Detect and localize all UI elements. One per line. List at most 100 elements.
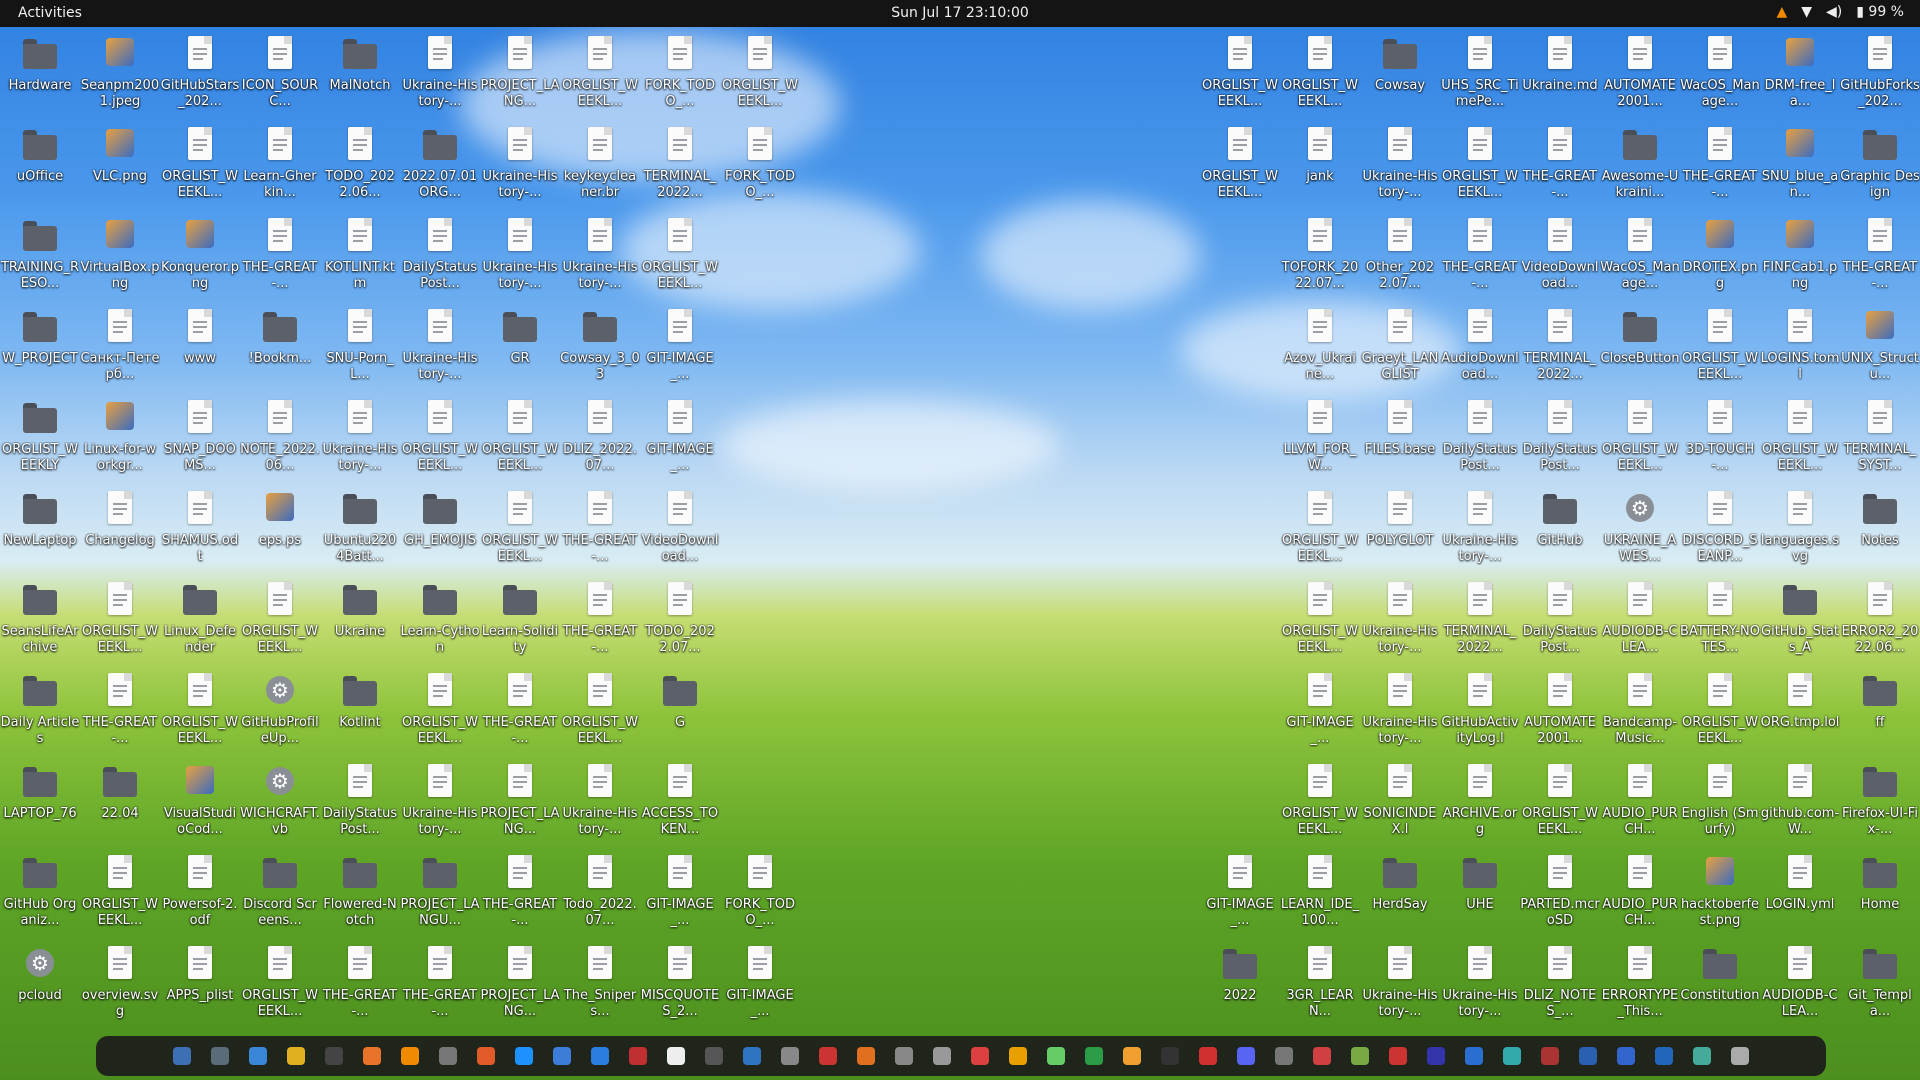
desktop-icon[interactable]: ORGLIST_WEEKL...	[240, 579, 320, 667]
desktop-icon[interactable]: Ukraine-History-...	[480, 215, 560, 303]
clock[interactable]: Sun Jul 17 23:10:00	[891, 5, 1029, 21]
desktop-icon[interactable]: Graphic Design	[1840, 124, 1920, 212]
dock-app-icon[interactable]	[1495, 1042, 1529, 1070]
desktop-icon[interactable]: Санкт-Петерб...	[80, 306, 160, 394]
dock-app-icon[interactable]	[849, 1042, 883, 1070]
desktop-icon[interactable]: APPS_plist	[160, 943, 240, 1031]
desktop-icon[interactable]: SNU-Porn_L...	[320, 306, 400, 394]
desktop-icon[interactable]: ORGLIST_WEEKL...	[1600, 397, 1680, 485]
desktop-icon[interactable]: DailyStatusPost...	[1520, 397, 1600, 485]
desktop-icon[interactable]: ERROR2_2022.06...	[1840, 579, 1920, 667]
desktop-icon[interactable]: DailyStatusPost...	[400, 215, 480, 303]
wifi-icon[interactable]: ▼	[1801, 4, 1812, 20]
desktop-icon[interactable]: ⚙ GitHubProfileUp...	[240, 670, 320, 758]
dock-app-icon[interactable]	[773, 1042, 807, 1070]
desktop-icon[interactable]: GitHubStars_202...	[160, 33, 240, 121]
desktop-icon[interactable]: 22.04	[80, 761, 160, 849]
desktop-icon[interactable]: ⚙ UKRAINE_AWES...	[1600, 488, 1680, 576]
desktop-icon[interactable]: Kotlint	[320, 670, 400, 758]
desktop-icon[interactable]: Powersof-2.odf	[160, 852, 240, 940]
desktop-icon[interactable]: Cowsay	[1360, 33, 1440, 121]
desktop-icon[interactable]: hacktoberfest.png	[1680, 852, 1760, 940]
desktop-icon[interactable]: MalNotch	[320, 33, 400, 121]
desktop-icon[interactable]: ORGLIST_WEEKL...	[1680, 306, 1760, 394]
dock-app-icon[interactable]	[697, 1042, 731, 1070]
desktop-icon[interactable]: FORK_TODO_...	[720, 852, 800, 940]
desktop-icon[interactable]: Linux-for-workgr...	[80, 397, 160, 485]
desktop-icon[interactable]: Azov_Ukraine...	[1280, 306, 1360, 394]
desktop-icon[interactable]: Linux_Defender	[160, 579, 240, 667]
desktop-icon[interactable]: UNIX_Structu...	[1840, 306, 1920, 394]
desktop-icon[interactable]: ICON_SOURC...	[240, 33, 320, 121]
dock-app-icon[interactable]	[1115, 1042, 1149, 1070]
desktop-icon[interactable]: Notes	[1840, 488, 1920, 576]
desktop-icon[interactable]: Ukraine-History-...	[560, 761, 640, 849]
desktop-icon[interactable]: LAPTOP_76	[0, 761, 80, 849]
desktop-icon[interactable]: TOFORK_2022.07...	[1280, 215, 1360, 303]
desktop-icon[interactable]: VirtualBox.png	[80, 215, 160, 303]
dock-app-icon[interactable]	[1001, 1042, 1035, 1070]
desktop-icon[interactable]: Ukraine.md	[1520, 33, 1600, 121]
desktop-icon[interactable]: AUTOMATE2001...	[1600, 33, 1680, 121]
desktop-icon[interactable]: AUTOMATE2001...	[1520, 670, 1600, 758]
desktop-icon[interactable]: SHAMUS.odt	[160, 488, 240, 576]
dock-app-icon[interactable]	[545, 1042, 579, 1070]
desktop-icon[interactable]: ORGLIST_WEEKL...	[560, 670, 640, 758]
desktop-icon[interactable]: Konqueror.png	[160, 215, 240, 303]
desktop-icon[interactable]: WacOS_Manage...	[1600, 215, 1680, 303]
desktop-icon[interactable]: CloseButton	[1600, 306, 1680, 394]
desktop-icon[interactable]: www	[160, 306, 240, 394]
desktop-icon[interactable]: Daily Articles	[0, 670, 80, 758]
desktop-icon[interactable]: Changelog	[80, 488, 160, 576]
desktop-icon[interactable]: THE-GREAT-...	[1680, 124, 1760, 212]
desktop-icon[interactable]: UHE	[1440, 852, 1520, 940]
desktop-icon[interactable]: Bandcamp-Music...	[1600, 670, 1680, 758]
dock-app-icon[interactable]	[1533, 1042, 1567, 1070]
desktop-icon[interactable]: Ukraine-History-...	[560, 215, 640, 303]
dock-app-icon[interactable]	[317, 1042, 351, 1070]
desktop-icon[interactable]: AudioDownload...	[1440, 306, 1520, 394]
desktop-icon[interactable]: 2022.07.01ORG...	[400, 124, 480, 212]
dock-app-icon[interactable]	[1229, 1042, 1263, 1070]
desktop-icon[interactable]: ORGLIST_WEEKL...	[640, 215, 720, 303]
desktop-icon[interactable]: Ukraine-History-...	[400, 33, 480, 121]
desktop-icon[interactable]: ORGLIST_WEEKL...	[1520, 761, 1600, 849]
dock-app-icon[interactable]	[1609, 1042, 1643, 1070]
desktop-icon[interactable]: ORG.tmp.lol	[1760, 670, 1840, 758]
desktop-icon[interactable]: SNAP_DOOMS...	[160, 397, 240, 485]
desktop-icon[interactable]: 3GR_LEARN...	[1280, 943, 1360, 1031]
desktop-icon[interactable]: ORGLIST_WEEKL...	[80, 579, 160, 667]
desktop-icon[interactable]: FINFCab1.png	[1760, 215, 1840, 303]
desktop-icon[interactable]: Ukraine-History-...	[400, 761, 480, 849]
desktop-icon[interactable]: THE-GREAT-...	[400, 943, 480, 1031]
desktop-icon[interactable]: VideoDownload...	[640, 488, 720, 576]
desktop-icon[interactable]: NewLaptop	[0, 488, 80, 576]
desktop-icon[interactable]: ERRORTYPE_This...	[1600, 943, 1680, 1031]
desktop-icon[interactable]: ORGLIST_WEEKL...	[160, 124, 240, 212]
desktop-icon[interactable]: Ukraine-History-...	[1360, 943, 1440, 1031]
desktop-icon[interactable]: FILES.base	[1360, 397, 1440, 485]
desktop-icon[interactable]: Ukraine-History-...	[1440, 943, 1520, 1031]
desktop-icon[interactable]: Learn-Gherkin...	[240, 124, 320, 212]
desktop-icon[interactable]: AUDIODB-CLEA...	[1600, 579, 1680, 667]
desktop-icon[interactable]: ACCESS_TOKEN...	[640, 761, 720, 849]
dock-app-icon[interactable]	[1647, 1042, 1681, 1070]
desktop-icon[interactable]: Cowsay_3_03	[560, 306, 640, 394]
desktop-icon[interactable]: GIT-IMAGE_...	[720, 943, 800, 1031]
desktop-icon[interactable]: Graeyt_LANGLIST	[1360, 306, 1440, 394]
desktop-icon[interactable]: VideoDownload...	[1520, 215, 1600, 303]
desktop-icon[interactable]: ORGLIST_WEEKL...	[80, 852, 160, 940]
desktop-icon[interactable]: AUDIO_PURCH...	[1600, 852, 1680, 940]
desktop-icon[interactable]: ORGLIST_WEEKL...	[400, 397, 480, 485]
desktop-icon[interactable]: Ukraine	[320, 579, 400, 667]
dock-app-icon[interactable]	[1381, 1042, 1415, 1070]
desktop-icon[interactable]: KOTLINT.ktm	[320, 215, 400, 303]
desktop-icon[interactable]: Ukraine-History-...	[480, 124, 560, 212]
dock-app-icon[interactable]	[1723, 1042, 1757, 1070]
desktop-icon[interactable]: ORGLIST_WEEKL...	[1280, 579, 1360, 667]
desktop-icon[interactable]: LEARN_IDE_100...	[1280, 852, 1360, 940]
desktop-icon[interactable]: THE-GREAT-...	[80, 670, 160, 758]
desktop-icon[interactable]: GIT-IMAGE_...	[640, 306, 720, 394]
desktop-icon[interactable]: DailyStatusPost...	[320, 761, 400, 849]
dock-app-icon[interactable]	[1419, 1042, 1453, 1070]
